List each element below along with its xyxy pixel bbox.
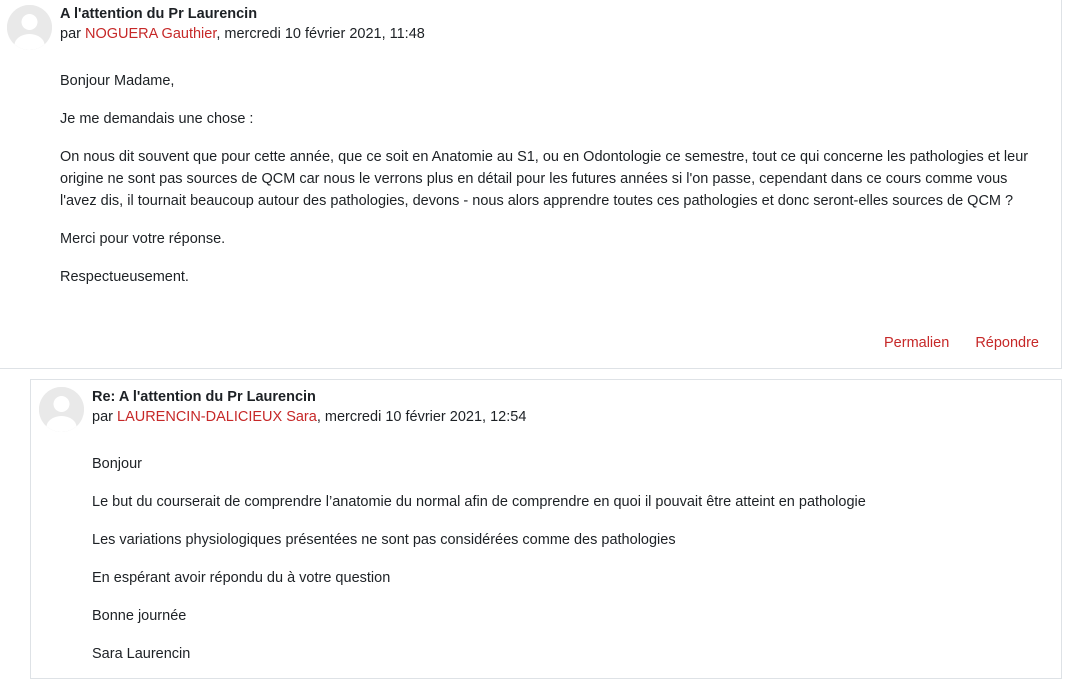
post-paragraph: Les variations physiologiques présentées…: [92, 532, 676, 548]
byline-prefix: par: [60, 26, 81, 42]
post-paragraph: Bonjour: [92, 456, 142, 472]
post-paragraph: En espérant avoir répondu du à votre que…: [92, 570, 391, 586]
post-paragraph: Bonne journée: [92, 608, 187, 624]
byline-prefix: par: [92, 409, 113, 425]
user-avatar-icon[interactable]: [7, 5, 52, 50]
author-link[interactable]: NOGUERA Gauthier: [85, 26, 216, 42]
post-paragraph: Merci pour votre réponse.: [60, 231, 226, 247]
forum-post: A l'attention du Pr Laurencin par NOGUER…: [0, 0, 1062, 369]
author-link[interactable]: LAURENCIN-DALICIEUX Sara: [117, 409, 317, 425]
forum-reply-post: Re: A l'attention du Pr Laurencin par LA…: [30, 379, 1062, 679]
post-paragraph: Respectueusement.: [60, 269, 189, 285]
post-date: , mercredi 10 février 2021, 12:54: [316, 409, 527, 425]
post-paragraph: Le but du courserait de comprendre l’ana…: [92, 494, 866, 510]
reply-link[interactable]: Répondre: [975, 335, 1039, 351]
post-actions: Permalien Répondre: [862, 335, 1039, 351]
post-byline: par NOGUERA Gauthier, mercredi 10 févrie…: [60, 26, 425, 42]
permalink-link[interactable]: Permalien: [884, 335, 949, 351]
post-subject: A l'attention du Pr Laurencin: [60, 6, 258, 22]
post-subject: Re: A l'attention du Pr Laurencin: [92, 389, 316, 405]
post-content: Bonjour Le but du courserait de comprend…: [92, 453, 1042, 681]
user-avatar-icon[interactable]: [39, 387, 84, 432]
post-content: Bonjour Madame, Je me demandais une chos…: [60, 70, 1044, 304]
post-date: , mercredi 10 février 2021, 11:48: [216, 26, 425, 42]
post-paragraph: Je me demandais une chose :: [60, 111, 254, 127]
post-paragraph: Sara Laurencin: [92, 646, 191, 662]
post-paragraph: Bonjour Madame,: [60, 73, 175, 89]
post-paragraph: On nous dit souvent que pour cette année…: [60, 149, 1029, 209]
post-byline: par LAURENCIN-DALICIEUX Sara, mercredi 1…: [92, 409, 526, 425]
